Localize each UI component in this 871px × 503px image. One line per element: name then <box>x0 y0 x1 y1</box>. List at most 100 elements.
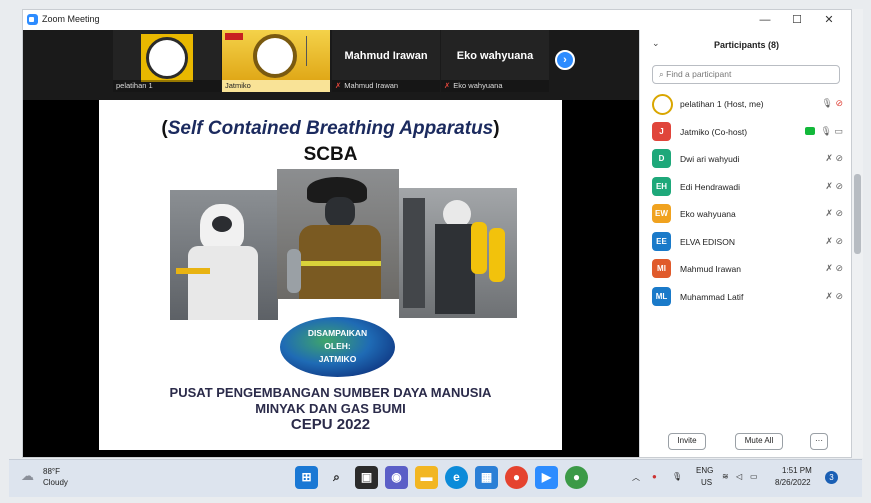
search-icon: ⌕ <box>659 69 664 79</box>
mic-muted-icon[interactable]: ✗ <box>825 291 833 301</box>
mic-icon[interactable]: 🎙 <box>672 472 682 481</box>
participant-name: ELVA EDISON <box>680 236 735 247</box>
video-icon[interactable]: ▭ <box>834 126 843 136</box>
video-tile-mahmud[interactable]: Mahmud Irawan ✗ Mahmud Irawan <box>332 30 440 92</box>
chevron-up-icon[interactable]: ︿ <box>632 472 640 483</box>
mic-muted-icon[interactable]: ✗ <box>825 181 833 191</box>
avatar: MI <box>652 259 671 278</box>
video-tile-pelatihan[interactable]: pelatihan 1 <box>113 30 221 92</box>
search-placeholder: Find a participant <box>666 69 732 79</box>
participant-name: Edi Hendrawadi <box>680 181 741 192</box>
wifi-icon[interactable]: ≋ <box>722 472 729 481</box>
video-off-icon[interactable]: ⊘ <box>835 181 843 191</box>
mic-icon[interactable]: 🎙 <box>821 126 832 136</box>
presenter-globe: DISAMPAIKAN OLEH: JATMIKO <box>280 317 395 377</box>
teams-chat-icon[interactable]: ◉ <box>385 466 408 489</box>
participant-row[interactable]: J Jatmiko (Co-host) 🎙 ▭ <box>640 118 851 146</box>
video-tile-eko[interactable]: Eko wahyuana ✗ Eko wahyuana <box>441 30 549 92</box>
close-button[interactable]: ✕ <box>813 10 845 30</box>
video-strip: pelatihan 1 Jatmiko Mahmud Irawan ✗ Mahmu… <box>23 30 639 100</box>
slide-title: (Self Contained Breathing Apparatus) <box>161 118 500 139</box>
participant-search-input[interactable]: ⌕ Find a participant <box>652 65 840 84</box>
taskbar-apps: ⊞ ⌕ ▣ ◉ ▬ e ▦ ● ▶ ● <box>295 466 595 492</box>
video-off-icon[interactable]: ⊘ <box>835 291 843 301</box>
participant-name: Jatmiko (Co-host) <box>680 126 748 137</box>
search-icon[interactable]: ⌕ <box>325 466 348 489</box>
cloud-icon: ☁ <box>21 468 34 483</box>
avatar <box>652 94 673 115</box>
participant-name: Eko wahyuana <box>680 209 736 219</box>
store-icon[interactable]: ▦ <box>475 466 498 489</box>
clock-time[interactable]: 1:51 PM <box>782 466 812 475</box>
invite-button[interactable]: Invite <box>668 433 706 450</box>
participant-status-icons: ✗ ⊘ <box>825 236 843 247</box>
participant-list: pelatihan 1 (Host, me) 🎙 ⊘ J Jatmiko (Co… <box>640 90 851 311</box>
participant-status-icons: ✗ ⊘ <box>825 181 843 192</box>
language-label[interactable]: ENG <box>696 466 713 475</box>
edge-icon[interactable]: e <box>445 466 468 489</box>
mic-muted-icon[interactable]: ✗ <box>825 236 833 246</box>
participant-row[interactable]: EE ELVA EDISON ✗ ⊘ <box>640 228 851 256</box>
participant-status-icons: ✗ ⊘ <box>825 208 843 219</box>
scrollbar-thumb[interactable] <box>854 174 861 254</box>
windows-start-icon[interactable]: ⊞ <box>295 466 318 489</box>
panel-header: ⌄ Participants (8) <box>640 30 851 60</box>
video-off-icon[interactable]: ⊘ <box>835 208 843 218</box>
mic-muted-icon[interactable]: ✗ <box>825 153 833 163</box>
participant-name: Dwi ari wahyudi <box>680 154 740 164</box>
minimize-button[interactable]: — <box>749 10 781 30</box>
panel-footer: Invite Mute All ··· <box>640 431 851 451</box>
task-view-icon[interactable]: ▣ <box>355 466 378 489</box>
taskbar: ☁ 88°F Cloudy ⊞ ⌕ ▣ ◉ ▬ e ▦ ● ▶ ● ︿ ● 🎙 … <box>9 459 862 497</box>
zoom-window: Zoom Meeting — ☐ ✕ pelatihan 1 Jatmiko M… <box>22 9 852 458</box>
notification-badge[interactable]: 3 <box>825 471 838 484</box>
participant-row[interactable]: EH Edi Hendrawadi ✗ ⊘ <box>640 173 851 201</box>
next-page-button[interactable]: › <box>555 50 575 70</box>
region-label[interactable]: US <box>701 478 712 487</box>
participant-status-icons: 🎙 ▭ <box>804 126 843 137</box>
video-off-icon[interactable]: ⊘ <box>835 263 843 273</box>
participant-row[interactable]: MI Mahmud Irawan ✗ ⊘ <box>640 255 851 283</box>
more-options-button[interactable]: ··· <box>810 433 828 450</box>
banner-image <box>222 30 330 80</box>
title-bar: Zoom Meeting — ☐ ✕ <box>23 10 851 30</box>
avatar: J <box>652 121 671 141</box>
system-tray: ︿ ● 🎙 ENG US ≋ ◁ ▭ 1:51 PM 8/26/2022 3 <box>632 464 852 494</box>
participant-status-icons: ✗ ⊘ <box>825 291 843 302</box>
chrome-icon[interactable]: ● <box>505 466 528 489</box>
mic-muted-icon[interactable]: ✗ <box>825 263 833 273</box>
slide-footer-1: PUSAT PENGEMBANGAN SUMBER DAYA MANUSIA <box>169 385 492 400</box>
firefighter-photo <box>277 169 399 299</box>
video-off-icon[interactable]: ⊘ <box>835 236 843 246</box>
logo-image <box>141 34 193 82</box>
tile-display-name: Eko wahyuana <box>456 50 534 62</box>
antivirus-icon[interactable]: ● <box>652 472 657 481</box>
mic-muted-icon[interactable]: ✗ <box>825 208 833 218</box>
tile-name-bar: ✗ Mahmud Irawan <box>332 80 440 92</box>
participant-row[interactable]: ML Muhammad Latif ✗ ⊘ <box>640 283 851 311</box>
scrollbar[interactable] <box>852 9 863 458</box>
slide-footer-3: CEPU 2022 <box>290 416 371 433</box>
mute-all-button[interactable]: Mute All <box>735 433 783 450</box>
participant-row[interactable]: EW Eko wahyuana ✗ ⊘ <box>640 200 851 228</box>
video-tile-jatmiko[interactable]: Jatmiko <box>222 30 330 92</box>
participant-row[interactable]: D Dwi ari wahyudi ✗ ⊘ <box>640 145 851 173</box>
chrome-profile-icon[interactable]: ● <box>565 466 588 489</box>
zoom-icon[interactable]: ▶ <box>535 466 558 489</box>
volume-icon[interactable]: ◁ <box>736 472 742 481</box>
weather-temp: 88°F <box>43 467 60 476</box>
clock-date[interactable]: 8/26/2022 <box>775 478 811 487</box>
globe-line-1: DISAMPAIKAN <box>307 328 368 338</box>
participant-row[interactable]: pelatihan 1 (Host, me) 🎙 ⊘ <box>640 90 851 118</box>
battery-icon[interactable]: ▭ <box>750 472 758 481</box>
participant-name: Mahmud Irawan <box>680 264 741 274</box>
maximize-button[interactable]: ☐ <box>781 10 813 30</box>
avatar: EH <box>652 176 671 196</box>
video-off-icon[interactable]: ⊘ <box>835 153 843 163</box>
mic-icon[interactable]: 🎙 <box>822 98 833 108</box>
file-explorer-icon[interactable]: ▬ <box>415 466 438 489</box>
avatar: ML <box>652 286 671 306</box>
video-off-icon[interactable]: ⊘ <box>835 98 843 108</box>
globe-line-2: OLEH: <box>324 341 351 351</box>
slide-footer-2: MINYAK DAN GAS BUMI <box>255 401 406 416</box>
